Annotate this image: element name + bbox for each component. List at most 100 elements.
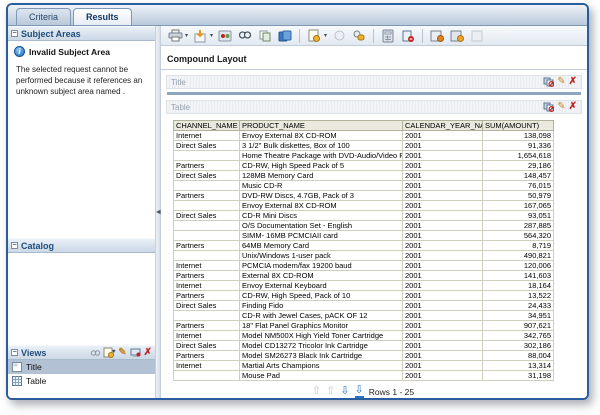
catalog-body: [8, 253, 155, 345]
channel-cell: Internet: [173, 130, 240, 141]
print-dropdown-icon[interactable]: ▾: [185, 32, 188, 39]
collapse-icon[interactable]: −: [11, 242, 18, 249]
subject-areas-header: − Subject Areas: [8, 26, 155, 41]
table-row: Internet Martial Arts Champions 2001 13,…: [173, 360, 554, 371]
edit-view-icon[interactable]: ✎: [557, 77, 565, 87]
compound-layout-label: Compound Layout: [167, 54, 247, 64]
sidebar: − Subject Areas i Invalid Subject Area T…: [8, 26, 155, 398]
new-view-dropdown-icon[interactable]: ▾: [324, 32, 327, 39]
product-cell: Music CD-R: [239, 180, 403, 191]
compound-layout-header: Compound Layout: [161, 46, 587, 70]
year-cell: 2001: [402, 270, 483, 281]
year-cell: 2001: [402, 240, 483, 251]
product-cell: Envoy External Keyboard: [239, 280, 403, 291]
compound-layout-area: Title ✎ ✗ Table ✎ ✗ CHANNEL_NAME PRODUCT…: [161, 70, 587, 398]
table-header-row: CHANNEL_NAME PRODUCT_NAME CALENDAR_YEAR_…: [173, 120, 554, 131]
new-view-icon[interactable]: [306, 28, 322, 44]
add-to-layout-icon[interactable]: [130, 348, 141, 358]
column-header-sum-amount: SUM(AMOUNT): [482, 120, 554, 131]
title-view-label: Title: [171, 77, 186, 87]
product-cell: 18" Flat Panel Graphics Monitor: [239, 320, 403, 331]
amount-cell: 24,433: [482, 300, 554, 311]
table-row: Unix/Windows 1-user pack 2001 490,821: [173, 250, 554, 261]
year-cell: 2001: [402, 280, 483, 291]
channel-cell: Partners: [173, 320, 240, 331]
channel-cell: Internet: [173, 360, 240, 371]
table-row: Direct Sales Finding Fido 2001 24,433: [173, 300, 554, 311]
marker-icon[interactable]: [400, 28, 416, 44]
amount-cell: 148,457: [482, 170, 554, 181]
view-item-title[interactable]: Title: [8, 360, 155, 374]
column-header-channel-name: CHANNEL_NAME: [173, 120, 240, 131]
product-cell: CD-R Mini Discs: [239, 210, 403, 221]
collapse-sidebar-icon[interactable]: ◀: [156, 209, 161, 216]
refresh-icon[interactable]: [217, 28, 233, 44]
download-icon[interactable]: [192, 28, 208, 44]
results-table-body: Internet Envoy External 8X CD-ROM 2001 1…: [173, 130, 554, 381]
channel-cell: Partners: [173, 190, 240, 201]
amount-cell: 91,336: [482, 140, 554, 151]
views-title: Views: [21, 347, 47, 358]
collapse-icon[interactable]: −: [11, 30, 18, 37]
permissions-icon[interactable]: [351, 28, 367, 44]
table-row: Partners CD-RW, High Speed Pack of 5 200…: [173, 160, 554, 171]
archive-icon[interactable]: [277, 28, 293, 44]
year-cell: 2001: [402, 140, 483, 151]
delete-view-icon[interactable]: ✗: [569, 102, 577, 112]
channel-cell: Partners: [173, 270, 240, 281]
first-page-icon[interactable]: ⇧: [312, 386, 321, 397]
product-cell: Envoy External 8X CD-ROM: [239, 130, 403, 141]
last-page-icon[interactable]: ⇩: [354, 385, 364, 398]
table-row: Mouse Pad 2001 31,198: [173, 370, 554, 381]
table-row: Direct Sales 128MB Memory Card 2001 148,…: [173, 170, 554, 181]
amount-cell: 8,719: [482, 240, 554, 251]
title-view-rule: [167, 92, 581, 95]
previous-page-icon[interactable]: ⇧: [326, 386, 335, 397]
channel-cell: Partners: [173, 350, 240, 361]
channel-cell: Partners: [173, 160, 240, 171]
tab-criteria[interactable]: Criteria: [16, 8, 72, 25]
delete-view-icon[interactable]: ✗: [569, 77, 577, 87]
product-cell: Model NM500X High Yield Toner Cartridge: [239, 330, 403, 341]
collapse-icon[interactable]: −: [11, 349, 18, 356]
remove-from-layout-icon[interactable]: [543, 102, 555, 112]
remove-from-layout-icon[interactable]: [543, 77, 555, 87]
edit-view-icon[interactable]: ✎: [557, 102, 565, 112]
preview-icon[interactable]: [331, 28, 347, 44]
year-cell: 2001: [402, 300, 483, 311]
year-cell: 2001: [402, 260, 483, 271]
channel-cell: [173, 250, 240, 261]
new-view-icon[interactable]: ▾: [103, 347, 115, 358]
next-page-icon[interactable]: ⇩: [340, 386, 349, 397]
print-icon[interactable]: [167, 28, 183, 44]
delete-view-icon[interactable]: ✗: [144, 347, 152, 358]
chart-icon[interactable]: [429, 28, 445, 44]
pivot-icon[interactable]: [449, 28, 465, 44]
info-icon: i: [14, 46, 25, 57]
product-cell: Model CD13272 Tricolor Ink Cartridge: [239, 340, 403, 351]
copy-icon[interactable]: [257, 28, 273, 44]
preview-icon[interactable]: [90, 348, 101, 358]
amount-cell: 287,885: [482, 220, 554, 231]
amount-cell: 29,186: [482, 160, 554, 171]
edit-view-icon[interactable]: ✎: [118, 347, 126, 358]
search-icon[interactable]: [237, 28, 253, 44]
view-item-table[interactable]: Table: [8, 374, 155, 388]
table-row: Partners CD-RW, High Speed, Pack of 10 2…: [173, 290, 554, 301]
tab-results[interactable]: Results: [73, 8, 132, 25]
year-cell: 2001: [402, 290, 483, 301]
channel-cell: [173, 200, 240, 211]
product-cell: Mouse Pad: [239, 370, 403, 381]
warning-message: The selected request cannot be performed…: [16, 65, 143, 96]
table-row: Music CD-R 2001 76,015: [173, 180, 554, 191]
toolbar-separator: [422, 28, 424, 43]
product-cell: External 8X CD-ROM: [239, 270, 403, 281]
channel-cell: Direct Sales: [173, 140, 240, 151]
download-dropdown-icon[interactable]: ▾: [210, 32, 213, 39]
calculator-icon[interactable]: [380, 28, 396, 44]
answers-window: Criteria Results − Subject Areas i Inval…: [6, 3, 589, 400]
amount-cell: 31,198: [482, 370, 554, 381]
product-cell: Home Theatre Package with DVD-Audio/Vide…: [239, 150, 403, 161]
channel-cell: [173, 370, 240, 381]
product-cell: Unix/Windows 1-user pack: [239, 250, 403, 261]
